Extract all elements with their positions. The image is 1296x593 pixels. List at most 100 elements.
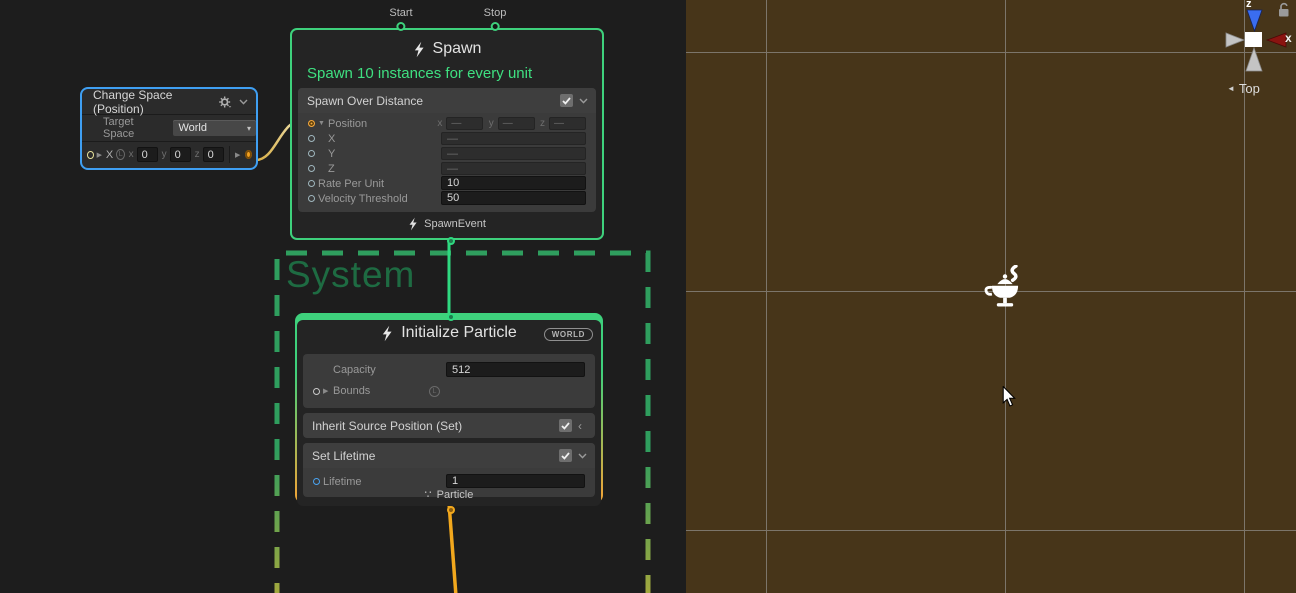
z-value-field[interactable]: 0 bbox=[203, 147, 225, 162]
expander-down-icon[interactable]: ▼ bbox=[318, 120, 328, 127]
gizmo-center-cube[interactable] bbox=[1245, 32, 1262, 47]
position-z-row[interactable]: Z — bbox=[304, 161, 590, 176]
x-input-label: X bbox=[106, 149, 113, 161]
axis-z-label: z bbox=[194, 149, 199, 160]
particle-output: ∵ Particle bbox=[297, 488, 601, 501]
z-input-port[interactable] bbox=[308, 165, 315, 172]
position-y-row[interactable]: Y — bbox=[304, 146, 590, 161]
x-label: X bbox=[328, 133, 335, 145]
world-space-badge[interactable]: WORLD bbox=[544, 328, 593, 341]
capacity-row[interactable]: Capacity 512 bbox=[309, 360, 589, 380]
check-icon bbox=[561, 422, 570, 430]
initialize-settings-block[interactable]: Capacity 512 ▶ Bounds L bbox=[303, 354, 595, 408]
block-title: Set Lifetime bbox=[312, 449, 375, 463]
bounds-label: Bounds bbox=[333, 385, 370, 397]
mouse-cursor bbox=[1002, 386, 1016, 407]
rate-input-port[interactable] bbox=[308, 180, 315, 187]
block-enabled-checkbox[interactable] bbox=[559, 449, 572, 462]
y-value-field[interactable]: 0 bbox=[170, 147, 192, 162]
position-z-field[interactable]: — bbox=[549, 117, 586, 130]
gizmo-x-axis-cone[interactable] bbox=[1267, 33, 1286, 47]
spawn-node-subtitle: Spawn 10 instances for every unit bbox=[307, 65, 602, 82]
velocity-field[interactable]: 50 bbox=[441, 191, 586, 205]
rate-field[interactable]: 10 bbox=[441, 176, 586, 190]
y-input-port[interactable] bbox=[308, 150, 315, 157]
grid-line bbox=[766, 0, 767, 593]
velocity-input-port[interactable] bbox=[308, 195, 315, 202]
x-field[interactable]: — bbox=[441, 132, 586, 145]
y-label: Y bbox=[328, 148, 335, 160]
grid-line bbox=[686, 530, 1296, 531]
lifetime-input-port[interactable] bbox=[313, 478, 320, 485]
flow-port-icon[interactable] bbox=[396, 22, 405, 31]
initialize-input-port[interactable] bbox=[447, 313, 455, 321]
axis-x-label: x bbox=[128, 149, 133, 160]
spawn-over-distance-block[interactable]: Spawn Over Distance bbox=[298, 88, 596, 212]
block-expand-chevron[interactable]: ‹ bbox=[578, 422, 588, 430]
view-orientation-label[interactable]: ◄ Top bbox=[1227, 81, 1260, 96]
spawn-output-port[interactable] bbox=[447, 237, 455, 245]
chevron-down-icon bbox=[579, 98, 588, 104]
rate-label: Rate Per Unit bbox=[318, 178, 384, 190]
initialize-particle-node[interactable]: Initialize Particle WORLD Capacity 512 ▶ bbox=[295, 313, 603, 503]
target-space-label: Target Space bbox=[103, 116, 167, 140]
position-row[interactable]: ▼ Position x — y — z — bbox=[304, 116, 590, 131]
lifetime-field[interactable]: 1 bbox=[446, 474, 585, 488]
expander-right-icon[interactable]: ▶ bbox=[323, 387, 333, 395]
flow-port-icon[interactable] bbox=[490, 22, 499, 31]
axis-x-label: x bbox=[436, 118, 442, 129]
x-input-port[interactable] bbox=[87, 151, 94, 159]
z-field[interactable]: — bbox=[441, 162, 586, 175]
local-space-icon[interactable]: L bbox=[429, 386, 440, 397]
velocity-threshold-row[interactable]: Velocity Threshold 50 bbox=[304, 191, 590, 206]
node-collapse-chevron[interactable] bbox=[239, 98, 248, 106]
system-container-title: System bbox=[286, 254, 415, 296]
gizmo-left-axis-cone[interactable] bbox=[1226, 33, 1244, 47]
gizmo-z-axis-cone[interactable] bbox=[1247, 10, 1262, 31]
lightning-icon bbox=[408, 217, 417, 231]
x-value-field[interactable]: 0 bbox=[137, 147, 159, 162]
grid-line bbox=[686, 52, 1296, 53]
vfx-editor: System Start Stop Spawn Spawn 10 instanc… bbox=[0, 0, 1296, 593]
bounds-row[interactable]: ▶ Bounds L bbox=[309, 380, 589, 402]
position-input-port[interactable] bbox=[308, 120, 315, 127]
vfx-graph-canvas[interactable]: System Start Stop Spawn Spawn 10 instanc… bbox=[0, 0, 686, 593]
change-space-node[interactable]: Change Space (Position) bbox=[80, 87, 258, 170]
expander-right-icon[interactable]: ▶ bbox=[97, 151, 103, 159]
capacity-field[interactable]: 512 bbox=[446, 362, 585, 377]
gizmo-z-label: z bbox=[1246, 0, 1252, 10]
local-space-icon[interactable]: L bbox=[116, 149, 125, 160]
x-input-port[interactable] bbox=[308, 135, 315, 142]
chevron-down-icon bbox=[239, 99, 248, 105]
block-enabled-checkbox[interactable] bbox=[560, 94, 573, 107]
lifetime-label: Lifetime bbox=[323, 476, 362, 488]
spawn-node-title: Spawn bbox=[292, 36, 602, 62]
y-field[interactable]: — bbox=[441, 147, 586, 160]
inherit-source-position-block[interactable]: Inherit Source Position (Set) ‹ bbox=[303, 413, 595, 438]
position-x-field[interactable]: — bbox=[446, 117, 483, 130]
view-arrow-icon: ◄ bbox=[1227, 84, 1235, 93]
spawn-node[interactable]: Start Stop Spawn Spawn 10 instances for … bbox=[290, 28, 604, 240]
spawn-start-port[interactable]: Start bbox=[389, 7, 412, 31]
expander-right-icon: ▶ bbox=[235, 151, 242, 159]
target-space-dropdown[interactable]: World ▾ bbox=[173, 120, 256, 136]
z-label: Z bbox=[328, 163, 335, 175]
gear-icon[interactable] bbox=[219, 96, 231, 108]
check-icon bbox=[562, 97, 571, 105]
spawn-event-output: SpawnEvent bbox=[292, 217, 602, 231]
axis-y-label: y bbox=[487, 118, 493, 129]
vfx-lamp-gizmo-icon[interactable] bbox=[984, 265, 1026, 313]
rate-per-unit-row[interactable]: Rate Per Unit 10 bbox=[304, 176, 590, 191]
position-y-field[interactable]: — bbox=[498, 117, 535, 130]
position-x-row[interactable]: X — bbox=[304, 131, 590, 146]
spawn-stop-port[interactable]: Stop bbox=[484, 7, 507, 31]
block-collapse-chevron[interactable] bbox=[578, 452, 588, 460]
block-enabled-checkbox[interactable] bbox=[559, 419, 572, 432]
change-space-output-port[interactable] bbox=[245, 150, 252, 159]
gizmo-down-axis-cone[interactable] bbox=[1246, 48, 1262, 71]
scene-view[interactable]: z x ◄ Top bbox=[686, 0, 1296, 593]
initialize-output-port[interactable] bbox=[447, 506, 455, 514]
axis-y-label: y bbox=[161, 149, 166, 160]
bounds-input-port[interactable] bbox=[313, 388, 320, 395]
block-collapse-chevron[interactable] bbox=[579, 97, 589, 105]
